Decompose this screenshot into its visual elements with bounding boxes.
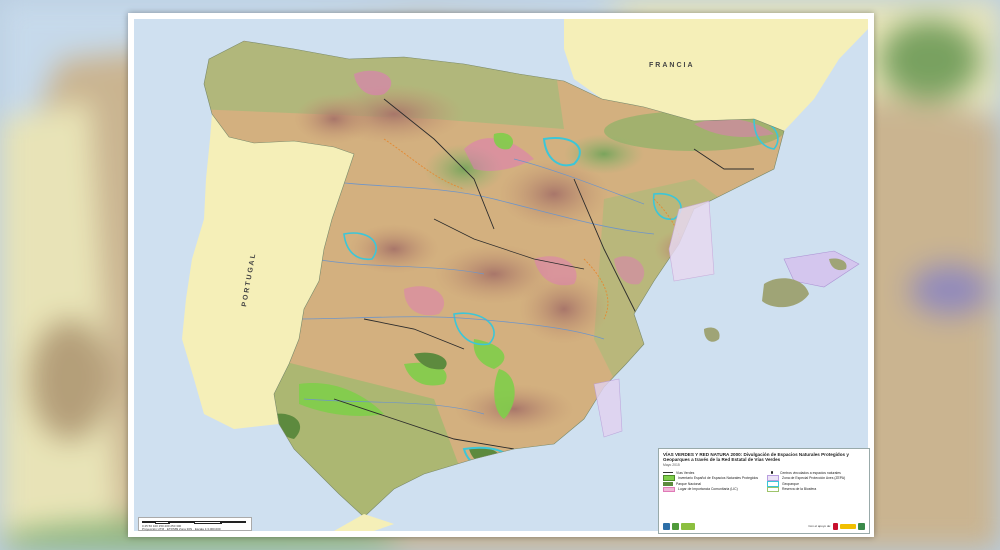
fund-logo-icon bbox=[858, 522, 865, 530]
ministry-logo-icon bbox=[840, 523, 856, 529]
label-francia: FRANCIA bbox=[649, 62, 695, 69]
spain-flag-icon bbox=[833, 522, 838, 530]
national-park-swatch-icon bbox=[663, 482, 673, 486]
legend-item: Lugar de Importancia Comunitaria (LIC) bbox=[663, 486, 761, 493]
protected-area-swatch-icon bbox=[663, 475, 675, 481]
logo-group-left bbox=[663, 522, 695, 530]
center-dot-icon bbox=[767, 471, 777, 475]
legend-item: Reserva de la Biosfera bbox=[767, 486, 865, 493]
legend-item: Inventario Español de Espacios Naturales… bbox=[663, 475, 761, 481]
map-legend: VÍAS VERDES Y RED NATURA 2000: Divulgaci… bbox=[658, 448, 870, 534]
green-way-line-icon bbox=[663, 472, 673, 474]
map-frame: FRANCIA PORTUGAL 0 25 50 100 150 200 250… bbox=[128, 13, 874, 537]
biosphere-swatch-icon bbox=[767, 486, 779, 493]
legend-logos: Con el apoyo de: bbox=[663, 522, 865, 530]
scale-bar: 0 25 50 100 150 200 250 300 Proyección U… bbox=[138, 517, 252, 531]
scale-note: Proyección UTM · ETRS89 Zona 30N · Escal… bbox=[142, 526, 221, 531]
ffe-logo-icon bbox=[663, 522, 670, 530]
logo-group-right: Con el apoyo de: bbox=[808, 522, 865, 530]
legend-title: VÍAS VERDES Y RED NATURA 2000: Divulgaci… bbox=[663, 452, 849, 463]
natura-logo-icon bbox=[681, 522, 695, 530]
legend-column-left: Vías Verdes Inventario Español de Espaci… bbox=[663, 470, 761, 493]
green-ways-logo-icon bbox=[672, 522, 679, 530]
lic-swatch-icon bbox=[663, 486, 675, 493]
legend-column-right: Centros vinculados a espacios naturales … bbox=[767, 470, 865, 493]
